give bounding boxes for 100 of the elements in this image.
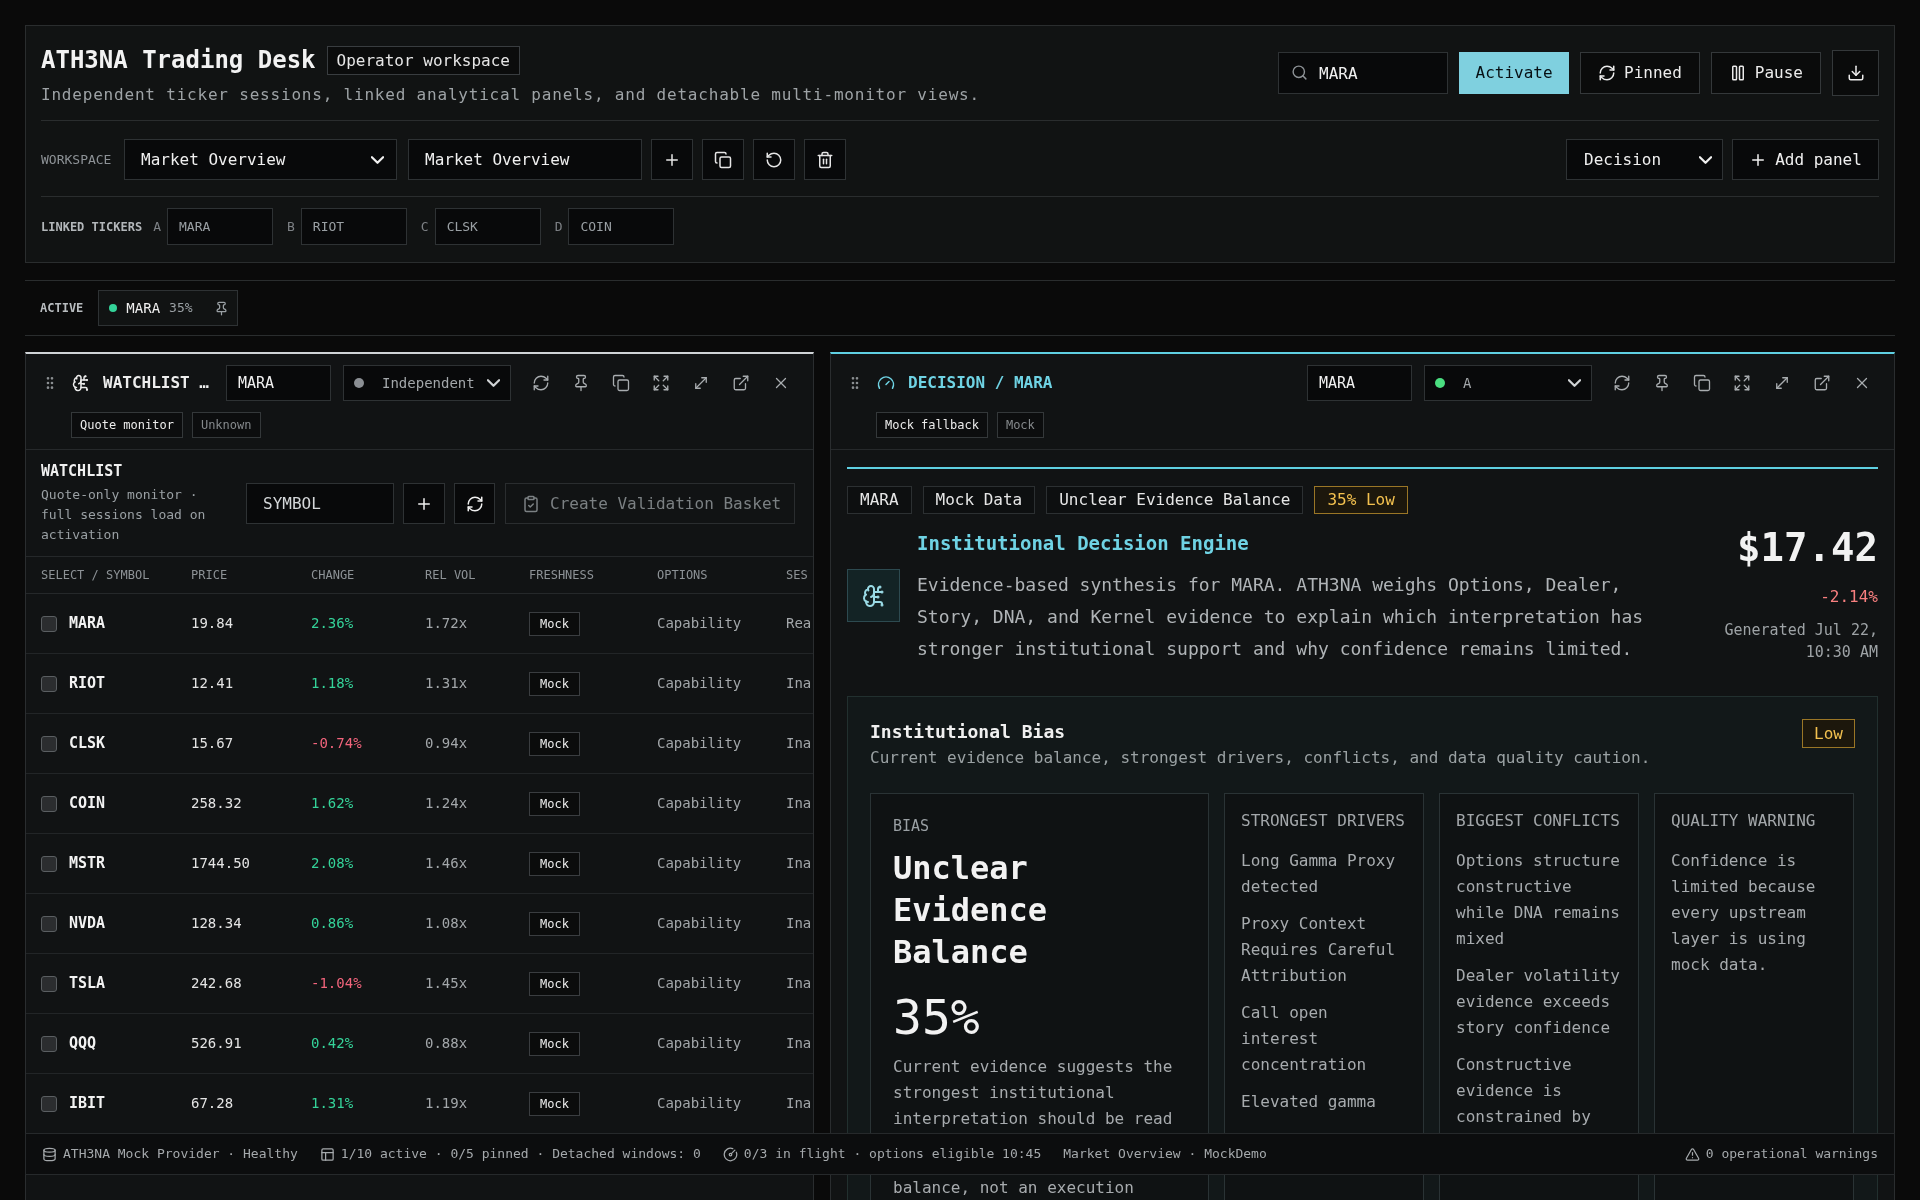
freshness-badge: Mock (529, 672, 580, 696)
workspace-name-field[interactable]: Market Overview (408, 139, 642, 180)
pin-icon (1653, 374, 1671, 392)
column-header: CHANGE (311, 567, 356, 584)
row-checkbox[interactable] (41, 975, 57, 992)
linked-ticker-field[interactable]: MARA (167, 208, 273, 245)
chevron-down-icon (487, 379, 500, 387)
status-text: 0 operational warnings (1705, 1145, 1878, 1164)
pin-icon (214, 300, 230, 316)
row-checkbox[interactable] (41, 615, 57, 632)
reset-workspace-button[interactable] (753, 139, 795, 180)
warning-icon (1684, 1146, 1700, 1162)
column-header: REL VOL (425, 567, 477, 584)
activate-button[interactable]: Activate (1459, 52, 1570, 94)
engine-description: Evidence-based synthesis for MARA. ATH3NA weighs Options, Dealer, Story, DNA, and Kernel evidence to explain which interpretation has stronger institutional support and why confidence remains limited. (917, 573, 1645, 661)
panel-tag: Mock fallback (876, 412, 988, 438)
table-cell-text: 12.41 (191, 674, 235, 693)
layout-icon (319, 1146, 335, 1162)
row-checkbox[interactable] (41, 915, 57, 932)
download-icon (1846, 64, 1865, 82)
table-cell-text: 0.88x (425, 1034, 469, 1053)
chevron-down-icon (1699, 155, 1712, 164)
copy-icon (1693, 374, 1711, 392)
price: $17.42 (1737, 525, 1878, 571)
ticker-field[interactable]: MARA (226, 365, 331, 401)
link-group-select[interactable]: Independent (343, 365, 511, 401)
link-group-select[interactable]: A (1424, 365, 1592, 401)
table-cell-text: 1.08x (425, 914, 469, 933)
pause-button[interactable]: Pause (1710, 52, 1821, 94)
generated-time: Generated Jul 22, 10:30 AM (1723, 620, 1878, 663)
freshness-badge: Mock (529, 912, 580, 936)
table-cell-text: 258.32 (191, 794, 243, 813)
chevron-down-icon (1568, 379, 1581, 387)
session-chip[interactable]: MARA 35% (98, 290, 239, 326)
freshness-badge: Mock (529, 852, 580, 876)
summary-chip: Mock Data (922, 486, 1036, 514)
row-checkbox[interactable] (41, 855, 57, 872)
summary-chip: 35% Low (1314, 486, 1408, 514)
ticker-field[interactable]: MARA (1307, 365, 1412, 401)
workspace-select[interactable]: Market Overview (124, 139, 397, 180)
app-title: ATH3NA Trading Desk (41, 46, 316, 75)
table-cell-text: MARA (69, 613, 106, 635)
table-cell-text: 1.19x (425, 1094, 469, 1113)
table-cell-text: Capability (657, 914, 743, 933)
table-cell-text: QQQ (69, 1033, 97, 1055)
table-cell-text: IBIT (69, 1093, 106, 1115)
brain-icon (72, 374, 90, 392)
status-text: 0/3 in flight · options eligible 10:45 (743, 1145, 1042, 1164)
linked-ticker-field[interactable]: CLSK (434, 208, 541, 245)
row-checkbox[interactable] (41, 735, 57, 752)
row-checkbox[interactable] (41, 795, 57, 812)
external-link-icon (732, 374, 750, 392)
table-cell-text: Ina (786, 854, 813, 873)
evidence-item: Long Gamma Proxy detected (1241, 850, 1397, 898)
table-cell-text: -0.74% (311, 734, 363, 753)
freshness-badge: Mock (529, 792, 580, 816)
delete-workspace-button[interactable] (804, 139, 846, 180)
table-cell-text: 242.68 (191, 974, 243, 993)
linked-ticker-field[interactable]: COIN (568, 208, 675, 245)
evidence-item: Elevated gamma (1241, 1091, 1377, 1113)
evidence-item: Confidence is limited because every upstream layer is using mock data. (1671, 850, 1817, 976)
bias-value: Unclear Evidence Balance (893, 848, 1049, 973)
duplicate-workspace-button[interactable] (702, 139, 744, 180)
section-title: WATCHLIST (41, 462, 124, 480)
panel-type-select[interactable]: Decision (1566, 139, 1723, 180)
table-cell-text: 1.31x (425, 674, 469, 693)
download-button[interactable] (1832, 50, 1879, 96)
clipboard-check-icon (522, 494, 540, 513)
table-cell-text: 1.45x (425, 974, 469, 993)
row-checkbox[interactable] (41, 675, 57, 692)
active-label: ACTIVE (40, 300, 84, 317)
refresh-icon (465, 494, 484, 513)
symbol-field[interactable]: SYMBOL (246, 483, 394, 524)
table-cell-text: 67.28 (191, 1094, 235, 1113)
add-workspace-button[interactable] (651, 139, 693, 180)
row-checkbox[interactable] (41, 1035, 57, 1052)
refresh-button[interactable] (454, 483, 495, 524)
slot-letter: A (153, 217, 161, 236)
price-change: -2.14% (1820, 587, 1878, 607)
evidence-item: Dealer volatility evidence exceeds story confidence (1456, 965, 1621, 1039)
add-symbol-button[interactable] (403, 483, 445, 524)
panel-tag: Unknown (191, 412, 261, 438)
bias-confidence: 35% (893, 991, 981, 1043)
linked-ticker-field[interactable]: RIOT (300, 208, 407, 245)
table-cell-text: TSLA (69, 973, 106, 995)
freshness-badge: Mock (529, 612, 580, 636)
table-cell-text: 526.91 (191, 1034, 243, 1053)
status-text: Market Overview · MockDemo (1063, 1145, 1267, 1164)
search-field[interactable]: MARA (1278, 52, 1449, 94)
summary-chip: Unclear Evidence Balance (1046, 486, 1304, 514)
table-cell-text: 19.84 (191, 614, 235, 633)
row-checkbox[interactable] (41, 1095, 57, 1112)
evidence-heading: STRONGEST DRIVERS (1241, 811, 1406, 831)
bias-subtitle: Current evidence balance, strongest drivers, conflicts, and data quality caution. (870, 747, 1651, 769)
pinned-button[interactable]: Pinned (1580, 52, 1700, 94)
freshness-badge: Mock (529, 972, 580, 996)
column-header: SES (786, 567, 809, 584)
engine-title: Institutional Decision Engine (917, 531, 1250, 555)
add-panel-button[interactable]: Add panel (1732, 139, 1879, 180)
column-header: PRICE (191, 567, 229, 584)
